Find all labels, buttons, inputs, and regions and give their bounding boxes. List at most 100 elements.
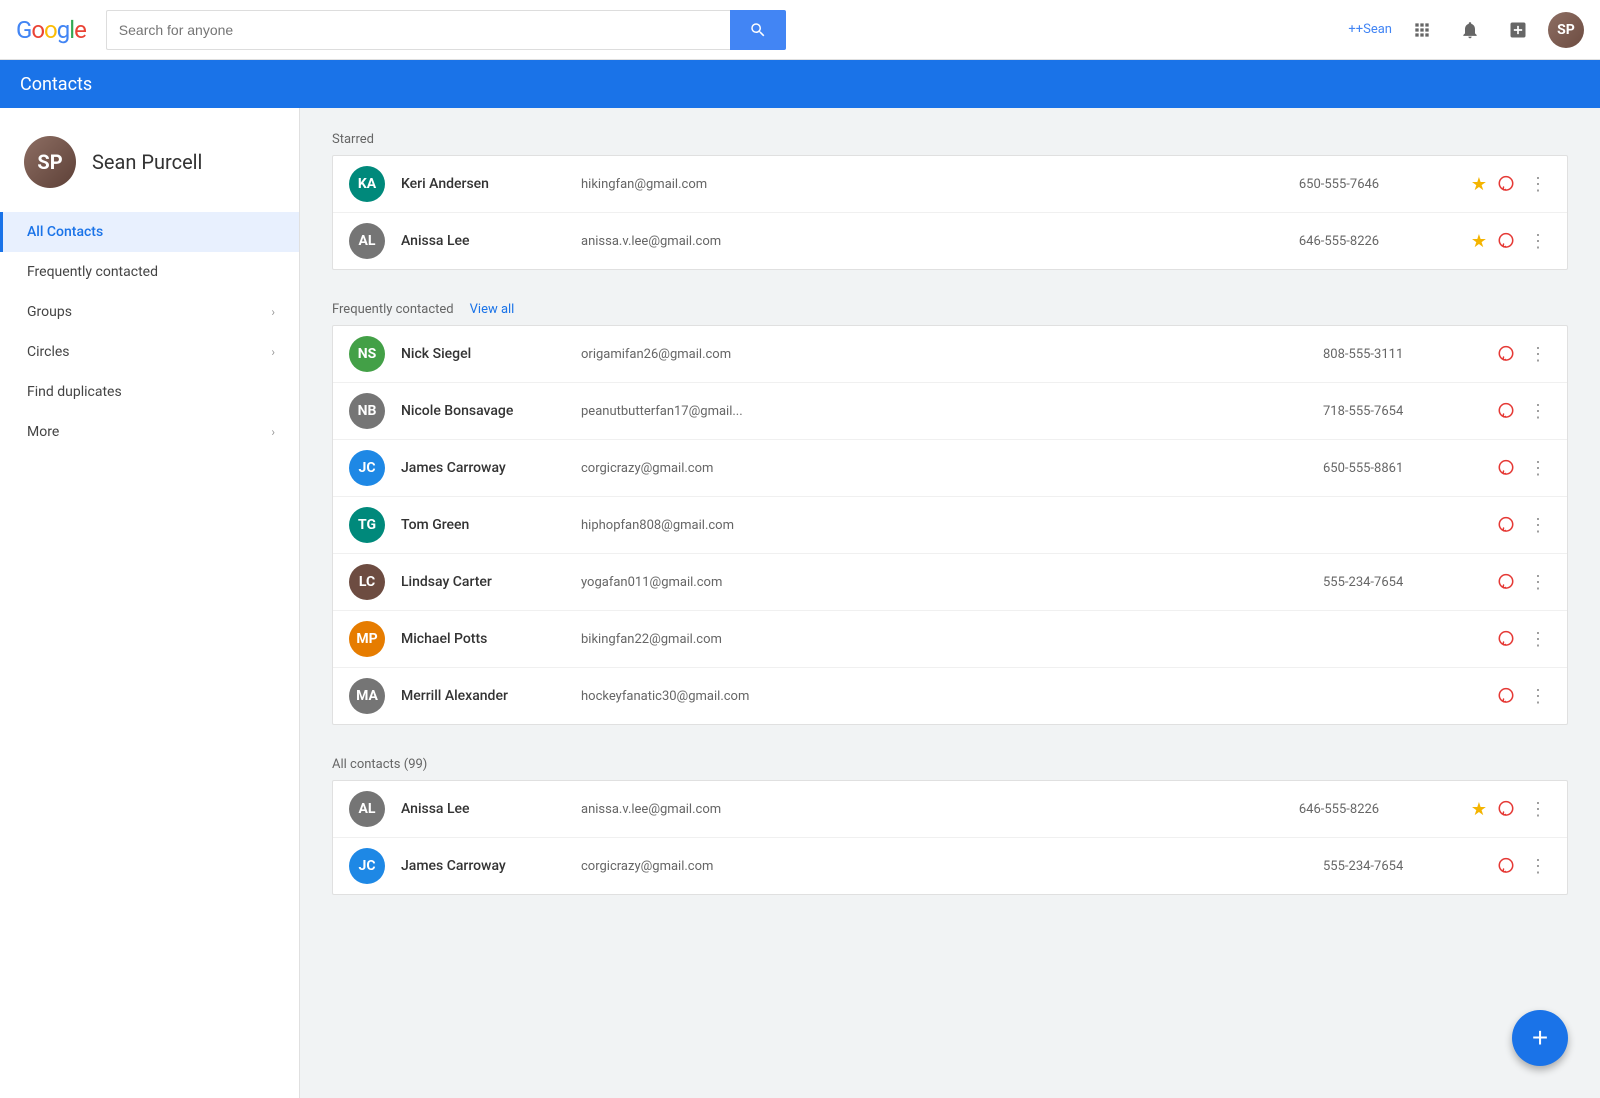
hangouts-icon[interactable] xyxy=(1495,457,1517,479)
contact-row[interactable]: KA Keri Andersen hikingfan@gmail.com 650… xyxy=(333,156,1567,213)
more-options-icon[interactable]: ⋮ xyxy=(1525,568,1551,597)
contact-email: bikingfan22@gmail.com xyxy=(581,632,1323,647)
add-square-button[interactable] xyxy=(1500,12,1536,48)
contact-avatar: TG xyxy=(349,507,385,543)
chevron-right-icon: › xyxy=(271,305,275,319)
sidebar-item-frequently-contacted[interactable]: Frequently contacted xyxy=(0,252,299,292)
topbar-right: ++Sean SP xyxy=(1348,12,1584,48)
chevron-right-icon: › xyxy=(271,425,275,439)
contact-row[interactable]: AL Anissa Lee anissa.v.lee@gmail.com 646… xyxy=(333,213,1567,269)
contact-row[interactable]: NB Nicole Bonsavage peanutbutterfan17@gm… xyxy=(333,383,1567,440)
sidebar-item-label: Circles xyxy=(27,344,70,360)
search-button[interactable] xyxy=(730,10,786,50)
hangouts-icon[interactable] xyxy=(1495,685,1517,707)
star-icon[interactable]: ★ xyxy=(1471,231,1487,252)
grid-icon xyxy=(1412,20,1432,40)
contact-row[interactable]: JC James Carroway corgicrazy@gmail.com 6… xyxy=(333,440,1567,497)
sidebar-item-circles[interactable]: Circles › xyxy=(0,332,299,372)
more-options-icon[interactable]: ⋮ xyxy=(1525,625,1551,654)
contact-actions: ★ ⋮ xyxy=(1471,227,1551,256)
user-avatar[interactable]: SP xyxy=(1548,12,1584,48)
more-options-icon[interactable]: ⋮ xyxy=(1525,397,1551,426)
main-content: Starred KA Keri Andersen hikingfan@gmail… xyxy=(300,108,1600,1098)
add-contact-fab[interactable]: + xyxy=(1512,1010,1568,1066)
contact-name: James Carroway xyxy=(401,460,581,476)
main-layout: SP Sean Purcell All Contacts Frequently … xyxy=(0,108,1600,1098)
more-options-icon[interactable]: ⋮ xyxy=(1525,682,1551,711)
topbar: Google ++Sean SP xyxy=(0,0,1600,60)
more-options-icon[interactable]: ⋮ xyxy=(1525,170,1551,199)
apps-grid-button[interactable] xyxy=(1404,12,1440,48)
sidebar-item-groups[interactable]: Groups › xyxy=(0,292,299,332)
contact-actions: ⋮ xyxy=(1495,625,1551,654)
search-input[interactable] xyxy=(106,10,730,50)
search-icon xyxy=(749,21,767,39)
all-contacts-section-title: All contacts (99) xyxy=(332,757,1568,772)
add-icon xyxy=(1508,20,1528,40)
contact-email: peanutbutterfan17@gmail... xyxy=(581,404,1323,419)
view-all-link[interactable]: View all xyxy=(470,302,515,317)
contact-row[interactable]: LC Lindsay Carter yogafan011@gmail.com 5… xyxy=(333,554,1567,611)
hangouts-icon[interactable] xyxy=(1495,230,1517,252)
all-contacts-card: AL Anissa Lee anissa.v.lee@gmail.com 646… xyxy=(332,780,1568,895)
sidebar-item-more[interactable]: More › xyxy=(0,412,299,452)
more-options-icon[interactable]: ⋮ xyxy=(1525,511,1551,540)
contact-avatar: NB xyxy=(349,393,385,429)
contact-actions: ★ ⋮ xyxy=(1471,795,1551,824)
contact-phone: 646-555-8226 xyxy=(1299,802,1459,817)
sidebar-item-all-contacts[interactable]: All Contacts xyxy=(0,212,299,252)
contact-name: Lindsay Carter xyxy=(401,574,581,590)
contact-row[interactable]: JC James Carroway corgicrazy@gmail.com 5… xyxy=(333,838,1567,894)
contact-name: Tom Green xyxy=(401,517,581,533)
contact-email: yogafan011@gmail.com xyxy=(581,575,1323,590)
contact-actions: ★ ⋮ xyxy=(1471,170,1551,199)
contact-email: corgicrazy@gmail.com xyxy=(581,461,1323,476)
contact-row[interactable]: MA Merrill Alexander hockeyfanatic30@gma… xyxy=(333,668,1567,724)
contact-avatar: KA xyxy=(349,166,385,202)
contact-email: anissa.v.lee@gmail.com xyxy=(581,802,1299,817)
star-icon[interactable]: ★ xyxy=(1471,174,1487,195)
hangouts-icon[interactable] xyxy=(1495,855,1517,877)
hangouts-icon[interactable] xyxy=(1495,173,1517,195)
hangouts-icon[interactable] xyxy=(1495,400,1517,422)
contact-email: origamifan26@gmail.com xyxy=(581,347,1323,362)
more-options-icon[interactable]: ⋮ xyxy=(1525,227,1551,256)
hangouts-icon[interactable] xyxy=(1495,571,1517,593)
hangouts-icon[interactable] xyxy=(1495,343,1517,365)
contact-row[interactable]: AL Anissa Lee anissa.v.lee@gmail.com 646… xyxy=(333,781,1567,838)
contact-name: Nicole Bonsavage xyxy=(401,403,581,419)
starred-section-title: Starred xyxy=(332,132,1568,147)
star-icon[interactable]: ★ xyxy=(1471,799,1487,820)
contact-phone: 650-555-7646 xyxy=(1299,177,1459,192)
contact-actions: ⋮ xyxy=(1495,511,1551,540)
contact-name: Keri Andersen xyxy=(401,176,581,192)
more-options-icon[interactable]: ⋮ xyxy=(1525,340,1551,369)
sidebar-item-find-duplicates[interactable]: Find duplicates xyxy=(0,372,299,412)
hangouts-icon[interactable] xyxy=(1495,514,1517,536)
contact-row[interactable]: TG Tom Green hiphopfan808@gmail.com ⋮ xyxy=(333,497,1567,554)
more-options-icon[interactable]: ⋮ xyxy=(1525,454,1551,483)
more-options-icon[interactable]: ⋮ xyxy=(1525,795,1551,824)
notifications-button[interactable] xyxy=(1452,12,1488,48)
more-options-icon[interactable]: ⋮ xyxy=(1525,852,1551,881)
plus-sean-link[interactable]: ++Sean xyxy=(1348,22,1392,37)
hangouts-icon[interactable] xyxy=(1495,798,1517,820)
contact-avatar: MA xyxy=(349,678,385,714)
hangouts-icon[interactable] xyxy=(1495,628,1517,650)
contact-avatar: LC xyxy=(349,564,385,600)
profile-avatar: SP xyxy=(24,136,76,188)
search-bar xyxy=(106,10,786,50)
sidebar-item-label: Find duplicates xyxy=(27,384,122,400)
contact-avatar: AL xyxy=(349,791,385,827)
contact-avatar: JC xyxy=(349,450,385,486)
contact-email: hockeyfanatic30@gmail.com xyxy=(581,689,1323,704)
starred-contacts-card: KA Keri Andersen hikingfan@gmail.com 650… xyxy=(332,155,1568,270)
contact-row[interactable]: MP Michael Potts bikingfan22@gmail.com ⋮ xyxy=(333,611,1567,668)
contact-row[interactable]: NS Nick Siegel origamifan26@gmail.com 80… xyxy=(333,326,1567,383)
contact-phone: 646-555-8226 xyxy=(1299,234,1459,249)
bell-icon xyxy=(1460,20,1480,40)
contacts-bar: Contacts xyxy=(0,60,1600,108)
contact-actions: ⋮ xyxy=(1495,852,1551,881)
sidebar-profile: SP Sean Purcell xyxy=(0,124,299,212)
contact-actions: ⋮ xyxy=(1495,568,1551,597)
